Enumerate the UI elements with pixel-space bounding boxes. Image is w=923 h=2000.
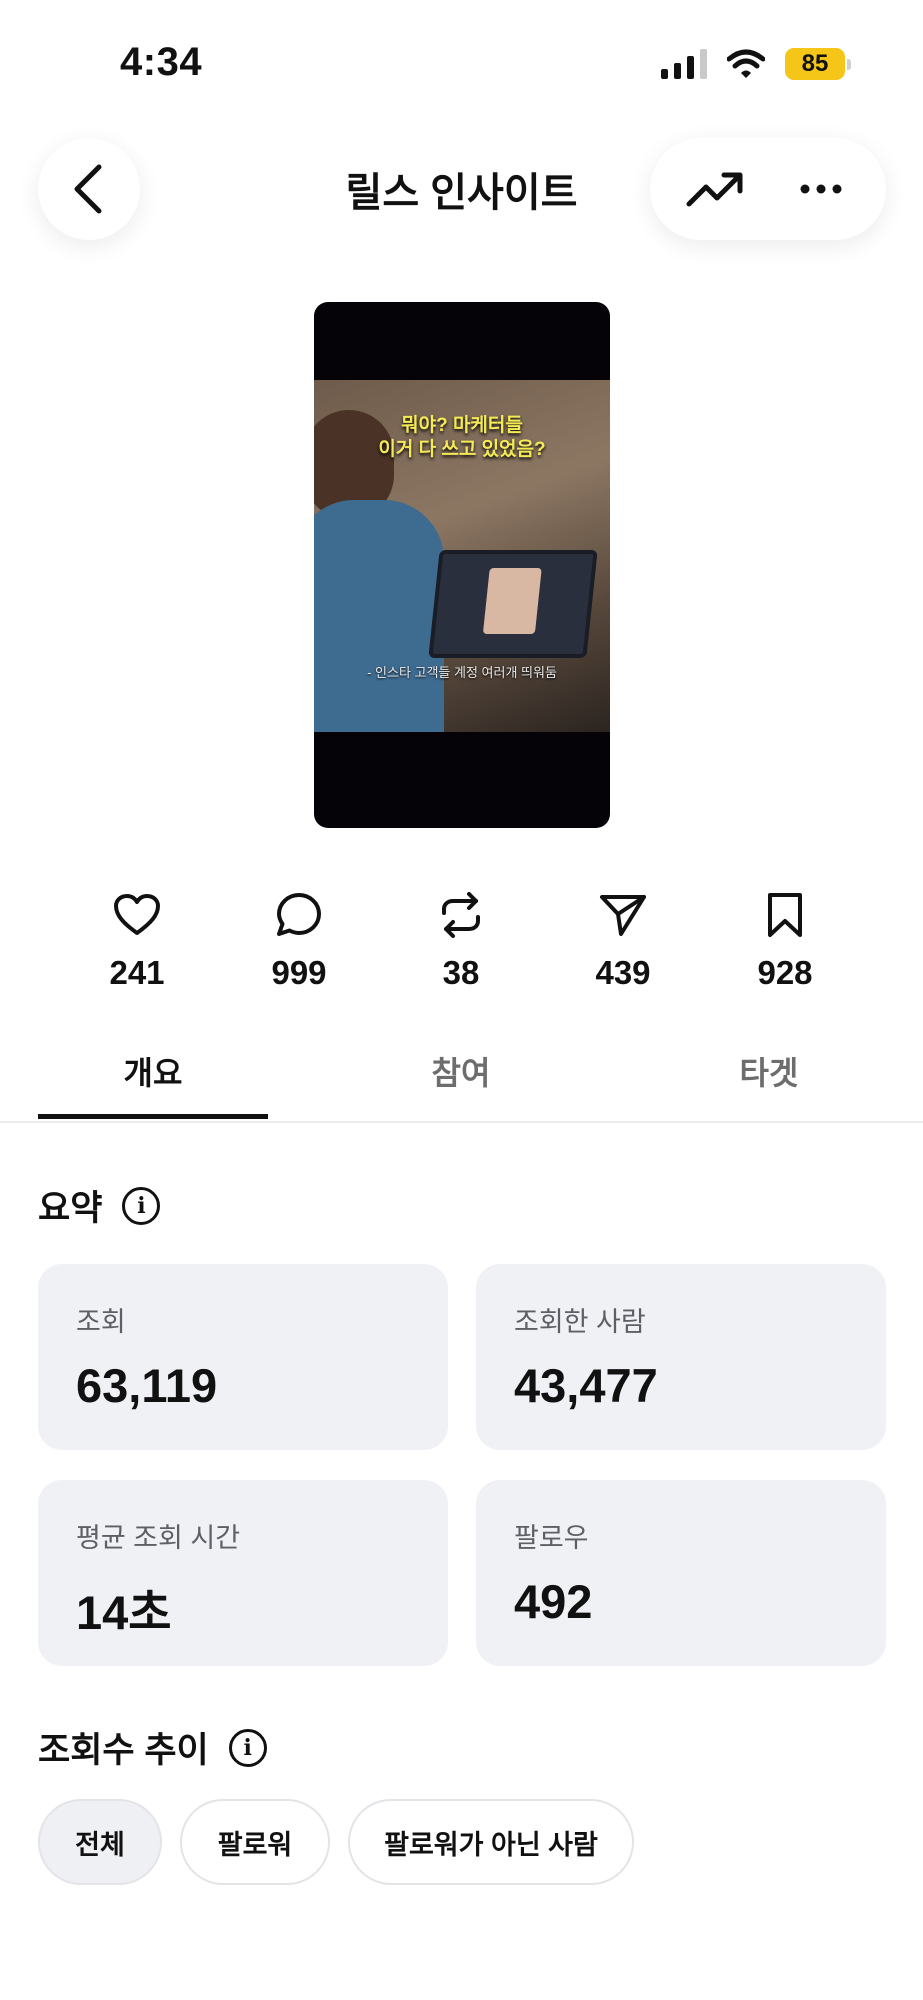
- summary-title: 요약: [38, 1189, 103, 1228]
- tab-overview[interactable]: 개요: [38, 1048, 268, 1094]
- heart-icon: [112, 890, 162, 940]
- stat-reposts[interactable]: 38: [401, 890, 521, 992]
- stat-comments-value: 999: [271, 954, 327, 991]
- tab-divider: [0, 1121, 923, 1123]
- chip-all[interactable]: 전체: [38, 1799, 162, 1885]
- card-views-value: 63,119: [76, 1359, 218, 1412]
- tab-engagement[interactable]: 참여: [346, 1048, 576, 1094]
- card-viewers: 조회한 사람 43,477: [476, 1264, 886, 1450]
- trending-up-icon: [686, 172, 743, 207]
- chip-followers[interactable]: 팔로워: [180, 1799, 330, 1885]
- thumbnail-subcaption: - 인스타 고객들 계정 여러개 띄워둠: [367, 665, 557, 680]
- trend-header: 조회수 추이 i: [38, 1722, 267, 1773]
- send-icon: [598, 890, 648, 940]
- card-follows: 팔로우 492: [476, 1480, 886, 1666]
- repost-icon: [436, 890, 486, 940]
- stat-likes[interactable]: 241: [77, 890, 197, 992]
- stat-saves[interactable]: 928: [725, 890, 845, 992]
- stat-comments[interactable]: 999: [239, 890, 359, 992]
- card-avg-watch-time-value: 14초: [76, 1586, 172, 1639]
- card-follows-label: 팔로우: [514, 1523, 589, 1553]
- battery-icon: 85: [785, 48, 851, 80]
- stat-reposts-value: 38: [442, 954, 480, 991]
- trend-button[interactable]: [670, 144, 760, 234]
- card-avg-watch-time-label: 평균 조회 시간: [76, 1523, 241, 1553]
- stat-likes-value: 241: [109, 954, 165, 991]
- thumbnail-caption: 뭐야? 마케터들 이거 다 쓰고 있었음?: [378, 415, 546, 460]
- header-actions: [650, 138, 886, 240]
- card-views: 조회 63,119: [38, 1264, 448, 1450]
- info-icon[interactable]: i: [122, 1186, 161, 1225]
- comment-icon: [274, 890, 324, 940]
- card-views-label: 조회: [76, 1307, 126, 1337]
- bookmark-icon: [760, 890, 810, 940]
- more-horizontal-icon: [800, 184, 842, 194]
- tab-audience[interactable]: 타겟: [654, 1048, 884, 1094]
- card-viewers-value: 43,477: [514, 1359, 658, 1412]
- stat-shares-value: 439: [595, 954, 651, 991]
- wifi-icon: [727, 49, 765, 78]
- info-icon[interactable]: i: [228, 1728, 267, 1767]
- signal-icon: [661, 49, 707, 79]
- stat-saves-value: 928: [757, 954, 813, 991]
- active-tab-indicator: [38, 1114, 268, 1119]
- card-follows-value: 492: [514, 1575, 593, 1628]
- more-button[interactable]: [776, 144, 866, 234]
- summary-header: 요약 i: [38, 1180, 161, 1231]
- stat-shares[interactable]: 439: [563, 890, 683, 992]
- reel-thumbnail[interactable]: 뭐야? 마케터들 이거 다 쓰고 있었음? - 인스타 고객들 계정 여러개 띄…: [314, 302, 610, 828]
- card-avg-watch-time: 평균 조회 시간 14초: [38, 1480, 448, 1666]
- card-viewers-label: 조회한 사람: [514, 1307, 646, 1337]
- status-icons: 85: [661, 48, 851, 80]
- chip-non-followers[interactable]: 팔로워가 아닌 사람: [348, 1799, 634, 1885]
- trend-title: 조회수 추이: [38, 1731, 209, 1770]
- status-time: 4:34: [120, 40, 203, 84]
